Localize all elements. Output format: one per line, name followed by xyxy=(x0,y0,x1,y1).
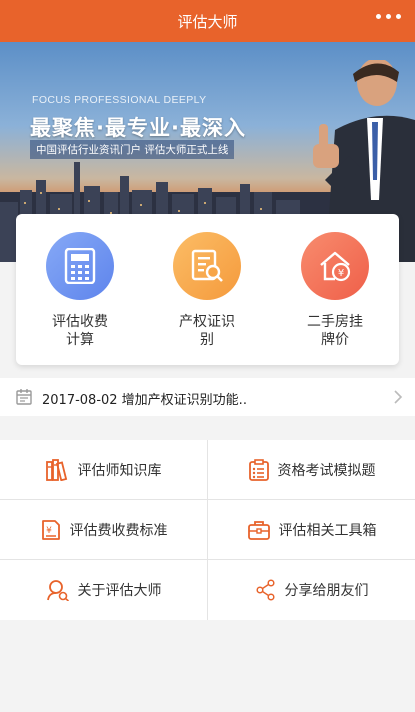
menu-item-label: 评估费收费标准 xyxy=(69,522,168,539)
menu-item-exam-questions[interactable]: 资格考试模拟题 xyxy=(208,440,415,499)
menu-item-label: 分享给朋友们 xyxy=(284,582,369,599)
news-ticker[interactable]: 2017-08-02 增加产权证识别功能.. xyxy=(0,378,415,416)
menu-item-label: 关于评估大师 xyxy=(77,582,162,599)
about-user-icon xyxy=(46,579,70,601)
banner-subline: 中国评估行业资讯门户 评估大师正式上线 xyxy=(30,140,235,159)
page-title: 评估大师 xyxy=(177,12,238,31)
quick-action-label: 产权证识别 xyxy=(179,314,235,348)
menu-item-toolbox[interactable]: 评估相关工具箱 xyxy=(208,500,415,559)
chevron-right-icon[interactable] xyxy=(393,390,403,404)
quick-action-house-price[interactable]: ¥ 二手房挂牌价 xyxy=(280,232,390,349)
document-search-icon xyxy=(173,232,241,300)
menu-item-label: 评估相关工具箱 xyxy=(278,522,377,539)
quick-actions-card: 评估收费计算 产权证识别 ¥ 二手房挂牌价 xyxy=(16,214,399,365)
books-icon xyxy=(45,458,70,481)
calculator-icon xyxy=(46,232,114,300)
quick-action-label: 二手房挂牌价 xyxy=(307,314,363,348)
calendar-icon xyxy=(16,389,32,405)
svg-text:¥: ¥ xyxy=(46,526,52,536)
menu-item-fee-standard[interactable]: ¥ 评估费收费标准 xyxy=(0,500,207,559)
quick-action-label: 评估收费计算 xyxy=(52,314,108,348)
menu-item-label: 评估师知识库 xyxy=(77,462,162,479)
title-bar: 评估大师 xyxy=(0,0,415,42)
exam-list-icon xyxy=(248,458,270,481)
house-price-icon: ¥ xyxy=(301,232,369,300)
fee-standard-icon: ¥ xyxy=(40,519,62,541)
menu-item-about[interactable]: 关于评估大师 xyxy=(0,560,207,619)
menu-item-label: 资格考试模拟题 xyxy=(277,462,376,479)
share-icon xyxy=(255,578,277,601)
svg-text:¥: ¥ xyxy=(338,268,344,279)
news-text[interactable]: 2017-08-02 增加产权证识别功能.. xyxy=(42,389,247,408)
menu-grid: 评估师知识库 资格考试模拟题 ¥ 评估费收费标准 评估相关工具箱 关于评估大师 … xyxy=(0,440,415,620)
menu-item-knowledge-base[interactable]: 评估师知识库 xyxy=(0,440,207,499)
menu-item-share[interactable]: 分享给朋友们 xyxy=(208,560,415,619)
banner-english-tagline: FOCUS PROFESSIONAL DEEPLY xyxy=(32,94,207,106)
quick-action-fee-calculator[interactable]: 评估收费计算 xyxy=(25,232,135,349)
banner-headline: 最聚焦·最专业·最深入 xyxy=(30,116,246,140)
toolbox-icon xyxy=(247,519,271,541)
more-menu-icon[interactable] xyxy=(376,14,401,19)
quick-action-certificate-recognition[interactable]: 产权证识别 xyxy=(152,232,262,349)
